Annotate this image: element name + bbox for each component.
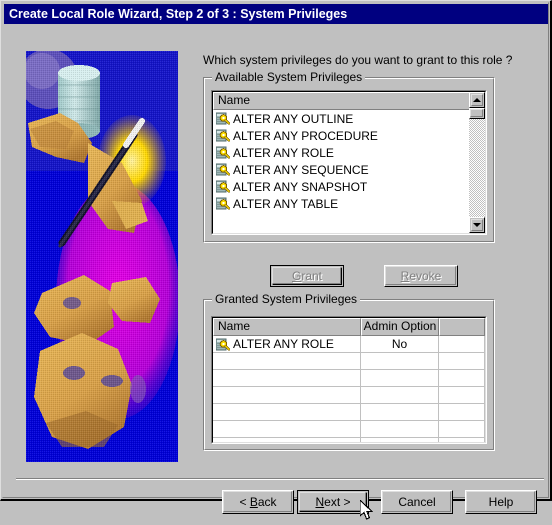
privilege-key-icon <box>215 197 231 210</box>
available-list-rows: ALTER ANY OUTLINE ALTER ANY PROCEDURE ALTE… <box>213 110 485 212</box>
wizard-illustration <box>26 51 178 462</box>
next-button-label: Next > <box>315 495 351 509</box>
footer-separator <box>16 478 544 480</box>
grant-button[interactable]: Grant <box>270 265 344 287</box>
table-cell-admin-option <box>361 438 439 442</box>
table-cell-extra <box>439 421 485 437</box>
table-row[interactable] <box>213 421 485 438</box>
table-cell-name <box>213 404 361 420</box>
available-list-scrollbar[interactable] <box>469 92 485 233</box>
table-cell-name <box>213 387 361 403</box>
privilege-key-icon <box>215 129 231 142</box>
list-item[interactable]: ALTER ANY SNAPSHOT <box>213 178 485 195</box>
list-item-label: ALTER ANY PROCEDURE <box>233 128 378 143</box>
table-cell-name <box>213 370 361 386</box>
granted-column-header-2[interactable] <box>439 318 485 336</box>
privilege-key-icon <box>215 146 231 159</box>
help-button[interactable]: Help <box>465 490 537 514</box>
scroll-up-arrow-icon[interactable] <box>469 92 485 108</box>
page-prompt: Which system privileges do you want to g… <box>203 53 513 67</box>
list-item-label: ALTER ANY SNAPSHOT <box>233 179 368 194</box>
available-list-inner: Name ALTER ANY OUTLINE ALTER ANY PROCEDUR… <box>212 91 486 234</box>
table-cell-admin-option <box>361 370 439 386</box>
table-cell-extra <box>439 353 485 369</box>
table-cell-extra <box>439 370 485 386</box>
granted-column-header-0[interactable]: Name <box>213 318 361 336</box>
back-button[interactable]: < Back <box>222 490 294 514</box>
window-title: Create Local Role Wizard, Step 2 of 3 : … <box>9 7 348 21</box>
revoke-button[interactable]: Revoke <box>384 265 458 287</box>
granted-column-header-1[interactable]: Admin Option <box>361 318 439 336</box>
list-item[interactable]: ALTER ANY PROCEDURE <box>213 127 485 144</box>
list-item-label: ALTER ANY ROLE <box>233 145 334 160</box>
title-bar[interactable]: Create Local Role Wizard, Step 2 of 3 : … <box>4 4 548 24</box>
privilege-key-icon <box>215 338 231 351</box>
scroll-down-arrow-icon[interactable] <box>469 217 485 233</box>
table-cell-admin-option: No <box>361 336 439 352</box>
table-cell-extra <box>439 387 485 403</box>
privilege-key-icon <box>215 180 231 193</box>
table-cell-extra <box>439 438 485 442</box>
table-cell-name <box>213 353 361 369</box>
table-row[interactable] <box>213 404 485 421</box>
table-row[interactable] <box>213 387 485 404</box>
table-cell-admin-option <box>361 421 439 437</box>
granted-privileges-table[interactable]: Name Admin Option ALTER ANY ROLE No <box>211 316 487 444</box>
table-cell-name <box>213 421 361 437</box>
table-cell-admin-option <box>361 387 439 403</box>
table-cell-admin-option <box>361 404 439 420</box>
list-item-label: ALTER ANY SEQUENCE <box>233 162 369 177</box>
available-privileges-group-label: Available System Privileges <box>212 71 366 83</box>
privilege-key-icon <box>215 163 231 176</box>
table-row[interactable] <box>213 353 485 370</box>
table-cell-admin-option <box>361 353 439 369</box>
dialog-client-area: Which system privileges do you want to g… <box>4 26 548 520</box>
list-item[interactable]: ALTER ANY TABLE <box>213 195 485 212</box>
list-item[interactable]: ALTER ANY SEQUENCE <box>213 161 485 178</box>
granted-table-header-row: Name Admin Option <box>213 318 485 336</box>
dialog-window: Create Local Role Wizard, Step 2 of 3 : … <box>0 0 552 520</box>
available-privileges-list[interactable]: Name ALTER ANY OUTLINE ALTER ANY PROCEDUR… <box>211 90 487 235</box>
table-row[interactable] <box>213 370 485 387</box>
list-item[interactable]: ALTER ANY ROLE <box>213 144 485 161</box>
revoke-button-label: Revoke <box>400 269 442 283</box>
list-item-label: ALTER ANY TABLE <box>233 196 339 211</box>
privilege-key-icon <box>215 112 231 125</box>
table-cell-extra <box>439 336 485 352</box>
scrollbar-thumb[interactable] <box>469 108 485 119</box>
granted-table-rows: ALTER ANY ROLE No <box>213 336 485 442</box>
grant-button-label: Grant <box>291 269 323 283</box>
next-button[interactable]: Next > <box>297 490 369 514</box>
list-item[interactable]: ALTER ANY OUTLINE <box>213 110 485 127</box>
cancel-button[interactable]: Cancel <box>381 490 453 514</box>
granted-table-inner: Name Admin Option ALTER ANY ROLE No <box>212 317 486 443</box>
available-column-name[interactable]: Name <box>213 92 471 110</box>
help-button-label: Help <box>488 495 514 509</box>
back-button-label: < Back <box>239 495 277 509</box>
table-row[interactable] <box>213 438 485 442</box>
table-cell-name <box>213 438 361 442</box>
granted-privileges-group-label: Granted System Privileges <box>212 293 361 305</box>
scrollbar-track[interactable] <box>469 108 485 217</box>
cancel-button-label: Cancel <box>398 495 436 509</box>
table-cell-name: ALTER ANY ROLE <box>213 336 361 352</box>
available-list-header-row: Name <box>213 92 485 110</box>
table-row[interactable]: ALTER ANY ROLE No <box>213 336 485 353</box>
list-item-label: ALTER ANY OUTLINE <box>233 111 354 126</box>
table-cell-extra <box>439 404 485 420</box>
table-cell-name-label: ALTER ANY ROLE <box>233 337 334 351</box>
